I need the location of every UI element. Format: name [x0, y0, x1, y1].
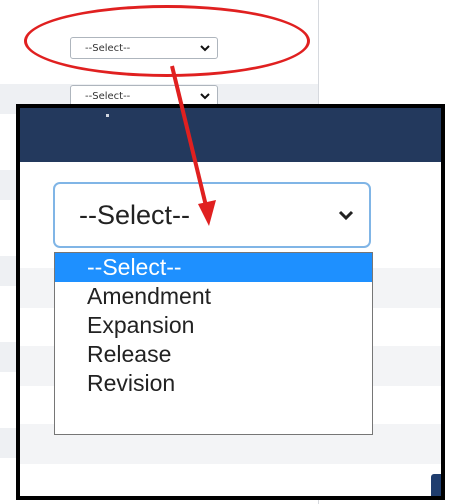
select-value: --Select-- [79, 199, 191, 230]
option-release[interactable]: Release [55, 340, 372, 369]
dropdown-options-list: --Select-- Amendment Expansion Release R… [54, 252, 373, 435]
option-amendment[interactable]: Amendment [55, 282, 372, 311]
corner-icon [431, 474, 441, 496]
option-select[interactable]: --Select-- [55, 253, 372, 282]
chevron-down-icon [338, 210, 354, 221]
option-revision[interactable]: Revision [55, 369, 372, 398]
option-expansion[interactable]: Expansion [55, 311, 372, 340]
type-select-zoomed[interactable]: --Select-- [53, 182, 371, 248]
chevron-down-icon [200, 93, 210, 100]
header-mark [106, 114, 109, 117]
callout-ellipse [24, 5, 310, 77]
inset-header-bar [20, 108, 441, 162]
zoom-inset: --Select-- --Select-- Amendment Expansio… [16, 104, 445, 500]
select-value: --Select-- [85, 90, 131, 102]
